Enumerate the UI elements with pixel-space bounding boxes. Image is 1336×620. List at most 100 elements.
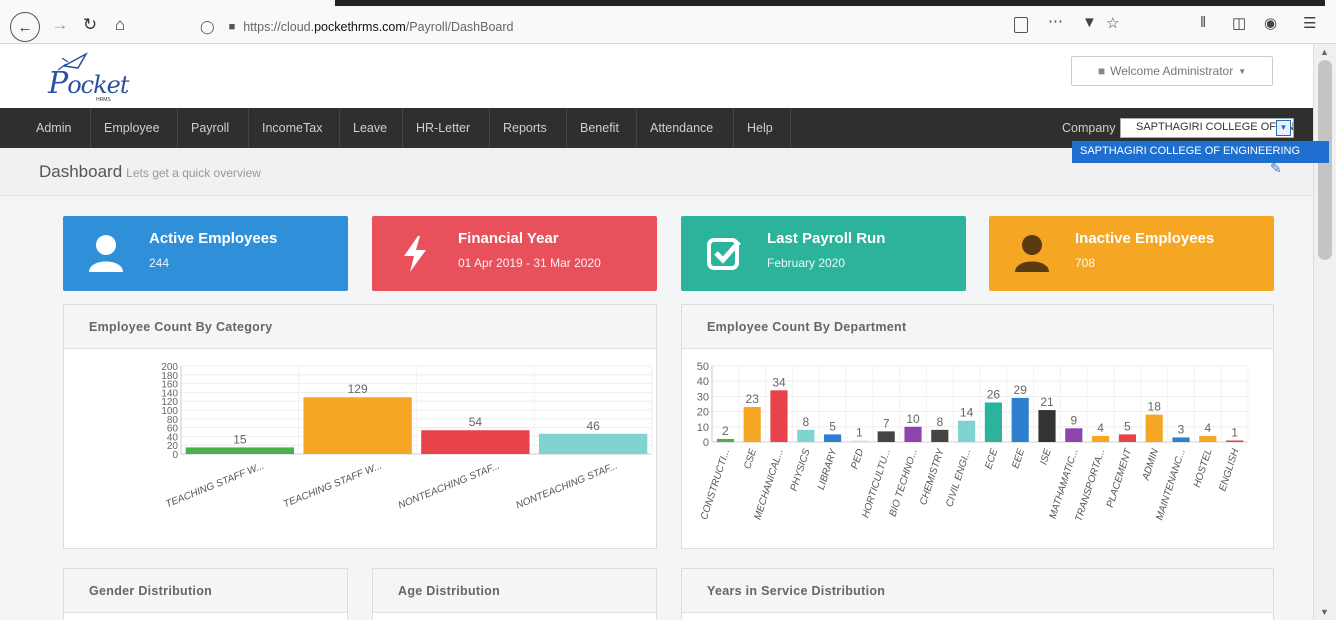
x-tick-label: PLACEMENT xyxy=(1105,447,1135,509)
lock-icon: ■ xyxy=(228,21,236,33)
bar xyxy=(303,397,412,454)
panel-header: Employee Count By Category xyxy=(64,305,656,349)
url-text: https://cloud.pockethrms.com/Payroll/Das… xyxy=(243,20,514,34)
y-tick-label: 10 xyxy=(697,422,709,434)
data-label: 54 xyxy=(469,415,483,429)
bar xyxy=(824,434,842,442)
bar xyxy=(1092,435,1110,442)
reader-view-icon[interactable] xyxy=(1014,17,1028,33)
check-square-icon xyxy=(707,238,741,270)
pocket-hrms-logo[interactable]: Pocket HRMS xyxy=(48,48,129,104)
nav-item-incometax[interactable]: IncomeTax xyxy=(248,108,336,148)
bookmark-star-icon[interactable]: ☆ xyxy=(1106,14,1119,32)
x-tick-label: TEACHING STAFF W... xyxy=(164,461,266,511)
data-label: 18 xyxy=(1148,400,1162,414)
panel-years-in-service: Years in Service Distribution xyxy=(681,568,1274,620)
bar xyxy=(904,426,922,442)
bar xyxy=(1011,397,1029,442)
company-select-value: SAPTHAGIRI COLLEGE OF ENGINEERING xyxy=(1136,121,1293,133)
panel-header: Employee Count By Department xyxy=(682,305,1273,349)
data-label: 129 xyxy=(348,382,368,396)
x-tick-label: PED xyxy=(849,448,866,471)
x-tick-label: ISE xyxy=(1038,447,1054,466)
bar xyxy=(1226,440,1244,442)
bar xyxy=(185,447,295,454)
nav-item-benefit[interactable]: Benefit xyxy=(566,108,633,148)
tab-strip xyxy=(225,0,1325,6)
page-content: Dashboard Lets get a quick overview ✎ Act… xyxy=(0,148,1313,620)
user-icon xyxy=(89,235,123,272)
welcome-label: Welcome Administrator xyxy=(1110,64,1234,78)
nav-item-employee[interactable]: Employee xyxy=(90,108,174,148)
x-tick-label: LIBRARY xyxy=(816,446,840,491)
data-label: 46 xyxy=(586,419,600,433)
nav-item-attendance[interactable]: Attendance xyxy=(636,108,727,148)
data-label: 4 xyxy=(1204,421,1211,435)
x-tick-label: HOSTEL xyxy=(1192,448,1215,489)
scroll-up-icon[interactable]: ▲ xyxy=(1320,47,1329,57)
x-tick-label: CSE xyxy=(742,447,759,470)
data-label: 9 xyxy=(1070,413,1077,427)
back-icon[interactable]: ← xyxy=(10,12,40,42)
data-label: 5 xyxy=(829,419,836,433)
stat-financial-year[interactable]: Financial Year 01 Apr 2019 - 31 Mar 2020 xyxy=(372,216,657,291)
x-tick-label: CIVIL ENGI... xyxy=(944,448,973,509)
shield-icon: ◯ xyxy=(200,19,215,34)
data-label: 1 xyxy=(1231,425,1238,439)
browser-toolbar: ← → ↻ ⌂ ◯ ■ https://cloud.pockethrms.com… xyxy=(0,0,1336,44)
bar xyxy=(1172,437,1190,442)
page-title-text: Dashboard xyxy=(39,162,123,181)
y-tick-label: 40 xyxy=(697,376,709,388)
data-label: 3 xyxy=(1178,422,1185,436)
data-label: 1 xyxy=(856,425,863,439)
address-bar[interactable]: ◯ ■ https://cloud.pockethrms.com/Payroll… xyxy=(200,14,1135,40)
panel-header: Gender Distribution xyxy=(64,569,347,613)
panel-title: Gender Distribution xyxy=(89,584,213,598)
company-label: Company xyxy=(1062,121,1116,135)
panel-title: Employee Count By Category xyxy=(89,320,273,334)
data-label: 10 xyxy=(906,412,920,426)
welcome-user-dropdown[interactable]: ■ Welcome Administrator ▼ xyxy=(1071,56,1273,86)
sidebar-icon[interactable]: ◫ xyxy=(1232,14,1246,32)
nav-item-hrletter[interactable]: HR-Letter xyxy=(402,108,484,148)
x-tick-label: NONTEACHING STAF... xyxy=(397,461,502,512)
nav-item-leave[interactable]: Leave xyxy=(339,108,401,148)
account-icon[interactable]: ◉ xyxy=(1264,14,1277,32)
data-label: 5 xyxy=(1124,419,1131,433)
home-icon[interactable]: ⌂ xyxy=(106,11,134,39)
forward-icon[interactable]: → xyxy=(46,11,74,39)
stat-value: February 2020 xyxy=(767,256,846,270)
data-label: 26 xyxy=(987,387,1001,401)
nav-item-reports[interactable]: Reports xyxy=(489,108,561,148)
x-tick-label: CHEMISTRY xyxy=(918,446,947,506)
nav-item-admin[interactable]: Admin xyxy=(22,108,85,148)
menu-icon[interactable]: ☰ xyxy=(1303,14,1316,32)
nav-item-help[interactable]: Help xyxy=(733,108,787,148)
data-label: 21 xyxy=(1040,395,1054,409)
x-tick-label: HORTICULTU... xyxy=(860,448,893,520)
stat-active-employees[interactable]: Active Employees 244 xyxy=(63,216,348,291)
stat-value: 244 xyxy=(149,256,170,270)
panel-category: Employee Count By Category 0 20 40 60 80 100 1… xyxy=(63,304,657,549)
more-actions-icon[interactable]: ⋯ xyxy=(1048,12,1063,30)
page-scrollbar[interactable]: ▲ ▼ xyxy=(1313,44,1336,620)
x-tick-label: EEE xyxy=(1010,447,1027,470)
reload-icon[interactable]: ↻ xyxy=(76,11,104,39)
nav-item-payroll[interactable]: Payroll xyxy=(177,108,243,148)
active-tab[interactable] xyxy=(225,0,335,6)
stat-last-payroll-run[interactable]: Last Payroll Run February 2020 xyxy=(681,216,966,291)
scroll-down-icon[interactable]: ▼ xyxy=(1320,607,1329,617)
library-icon[interactable]: ‖ xyxy=(1200,14,1206,31)
chevron-down-icon[interactable]: ▼ xyxy=(1276,120,1291,136)
x-tick-label: CONSTRUCTI... xyxy=(699,448,732,522)
stat-inactive-employees[interactable]: Inactive Employees 708 xyxy=(989,216,1274,291)
bar xyxy=(1065,428,1083,442)
nav-separator xyxy=(790,108,791,148)
pocket-save-icon[interactable]: ▼ xyxy=(1082,14,1097,31)
company-select[interactable]: SAPTHAGIRI COLLEGE OF ENGINEERING ▼ xyxy=(1120,118,1294,138)
panel-header: Years in Service Distribution xyxy=(682,569,1273,613)
company-option[interactable]: SAPTHAGIRI COLLEGE OF ENGINEERING xyxy=(1072,141,1329,163)
logo-subtext: HRMS xyxy=(96,97,111,103)
data-label: 14 xyxy=(960,406,974,420)
data-label: 34 xyxy=(772,375,786,389)
